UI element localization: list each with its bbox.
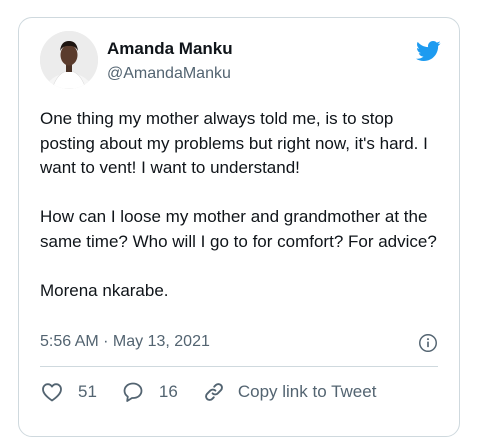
- info-icon[interactable]: [417, 332, 439, 354]
- tweet-card[interactable]: Amanda Manku @AmandaManku One thing my m…: [18, 17, 460, 437]
- copy-link-button[interactable]: Copy link to Tweet: [202, 380, 377, 404]
- copy-link-label: Copy link to Tweet: [237, 382, 377, 401]
- tweet-actions: 51 16 Copy link to Tweet: [40, 378, 400, 406]
- avatar[interactable]: [40, 31, 98, 89]
- tweet-timestamp[interactable]: 5:56 AM · May 13, 2021: [40, 333, 210, 351]
- reply-count: 16: [158, 382, 178, 401]
- tweet-paragraph: Morena nkarabe.: [40, 280, 169, 300]
- twitter-bird-icon[interactable]: [413, 38, 443, 64]
- author-handle[interactable]: @AmandaManku: [107, 65, 231, 83]
- link-icon: [204, 383, 223, 401]
- reply-bubble-icon: [123, 382, 143, 402]
- reply-button[interactable]: 16: [121, 380, 178, 404]
- avatar-photo: [40, 31, 98, 89]
- like-count: 51: [78, 382, 97, 401]
- tweet-paragraph: How can I loose my mother and grandmothe…: [40, 207, 437, 251]
- tweet-paragraph: One thing my mother always told me, is t…: [40, 109, 428, 177]
- author-name[interactable]: Amanda Manku: [107, 39, 233, 59]
- tweet-text: One thing my mother always told me, is t…: [40, 107, 440, 303]
- divider: [40, 366, 438, 367]
- heart-icon: [42, 383, 62, 402]
- like-button[interactable]: 51: [40, 380, 97, 404]
